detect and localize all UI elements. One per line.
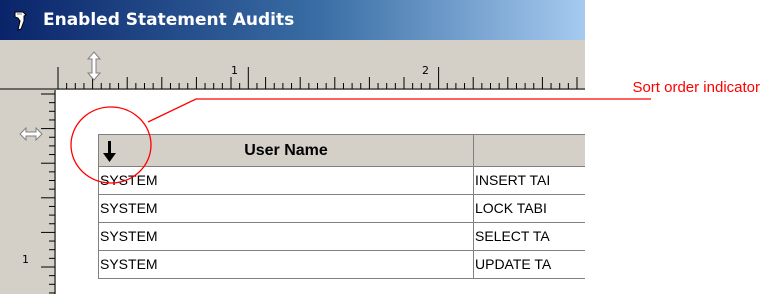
- cell-user-name: SYSTEM: [98, 250, 474, 279]
- cell-user-name: SYSTEM: [98, 222, 474, 251]
- ruler-number-v1: 1: [22, 253, 29, 266]
- column-header-label: User Name: [244, 141, 328, 159]
- audits-table: User Name SYSTEM INSERT TAI SYSTEM LOCK …: [98, 134, 585, 279]
- cell-user-name: SYSTEM: [98, 194, 474, 223]
- report-icon: [14, 11, 27, 31]
- title-bar[interactable]: Enabled Statement Audits: [0, 0, 585, 40]
- table-row[interactable]: SYSTEM LOCK TABI: [98, 194, 585, 223]
- cell-statement: LOCK TABI: [473, 194, 585, 223]
- table-row[interactable]: SYSTEM INSERT TAI: [98, 166, 585, 195]
- vertical-ruler[interactable]: 1: [0, 90, 56, 294]
- report-window: Enabled Statement Audits 1 2 1 User Name…: [0, 0, 585, 294]
- sort-descending-arrow-icon[interactable]: [102, 139, 118, 163]
- cell-user-name: SYSTEM: [98, 166, 474, 195]
- horizontal-ruler[interactable]: 1 2: [0, 40, 585, 90]
- vertical-resize-icon[interactable]: [86, 51, 102, 81]
- column-header-user-name[interactable]: User Name: [98, 134, 474, 167]
- column-header-statement[interactable]: [473, 134, 585, 167]
- ruler-number-1: 1: [231, 64, 238, 77]
- window-title: Enabled Statement Audits: [43, 10, 295, 30]
- cell-statement: UPDATE TA: [473, 250, 585, 279]
- cell-statement: INSERT TAI: [473, 166, 585, 195]
- cell-statement: SELECT TA: [473, 222, 585, 251]
- horizontal-resize-icon[interactable]: [19, 127, 43, 141]
- table-header-row: User Name: [98, 134, 585, 167]
- callout-label: Sort order indicator: [632, 79, 760, 96]
- table-row[interactable]: SYSTEM SELECT TA: [98, 222, 585, 251]
- ruler-number-2: 2: [422, 64, 429, 77]
- table-row[interactable]: SYSTEM UPDATE TA: [98, 250, 585, 279]
